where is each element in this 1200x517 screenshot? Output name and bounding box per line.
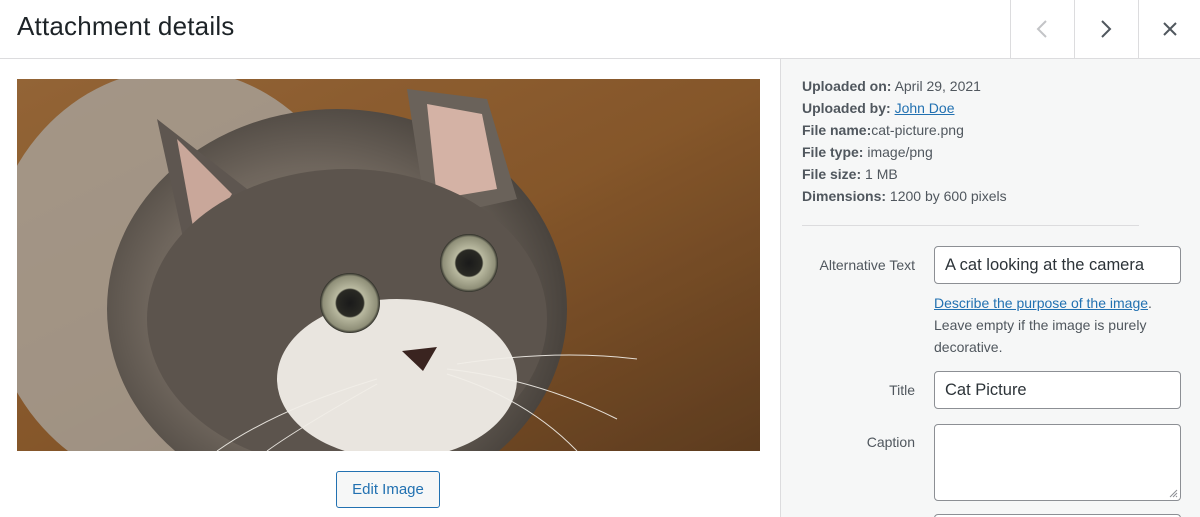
previous-button[interactable] xyxy=(1010,0,1073,58)
file-size-row: File size: 1 MB xyxy=(802,166,898,182)
file-metadata: Uploaded on: April 29, 2021 Uploaded by:… xyxy=(802,75,1007,207)
next-button[interactable] xyxy=(1074,0,1137,58)
modal-header: Attachment details xyxy=(0,0,1200,59)
alt-text-label: Alternative Text xyxy=(819,257,915,273)
page-title: Attachment details xyxy=(17,11,235,41)
chevron-right-icon xyxy=(1101,20,1112,38)
edit-image-button[interactable]: Edit Image xyxy=(336,471,440,508)
close-button[interactable] xyxy=(1138,0,1200,58)
dimensions-row: Dimensions: 1200 by 600 pixels xyxy=(802,188,1007,204)
title-field[interactable]: Cat Picture xyxy=(934,371,1181,409)
alt-text-help: Describe the purpose of the image. Leave… xyxy=(934,295,1152,355)
resize-handle-icon[interactable] xyxy=(1169,489,1178,498)
cat-photo-icon xyxy=(17,79,760,451)
attachment-details-panel: Uploaded on: April 29, 2021 Uploaded by:… xyxy=(780,59,1200,517)
uploaded-on-row: Uploaded on: April 29, 2021 xyxy=(802,78,981,94)
file-type-row: File type: image/png xyxy=(802,144,933,160)
uploaded-by-row: Uploaded by: John Doe xyxy=(802,100,955,116)
media-preview-panel: Edit Image xyxy=(0,59,780,517)
caption-field[interactable] xyxy=(934,424,1181,501)
divider xyxy=(802,225,1139,226)
uploader-link[interactable]: John Doe xyxy=(895,100,955,116)
file-name-row: File name:cat-picture.png xyxy=(802,122,964,138)
chevron-left-icon xyxy=(1036,20,1047,38)
caption-label: Caption xyxy=(866,434,915,450)
close-icon xyxy=(1162,22,1177,36)
alt-text-field[interactable]: A cat looking at the camera xyxy=(934,246,1181,284)
title-label: Title xyxy=(889,382,915,398)
attachment-image xyxy=(17,79,760,451)
describe-purpose-link[interactable]: Describe the purpose of the image xyxy=(934,295,1148,311)
